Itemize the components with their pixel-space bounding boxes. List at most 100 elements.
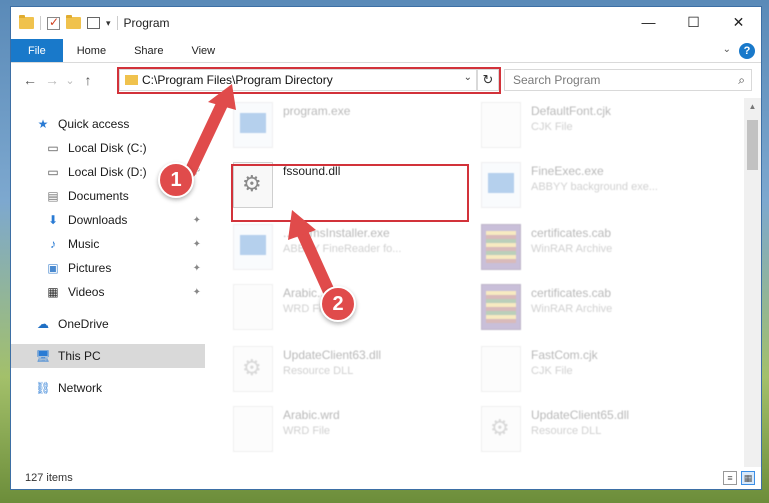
- file-name: UpdateClient63.dll: [283, 348, 382, 362]
- document-file-icon: [481, 346, 521, 392]
- sidebar-item-label: Downloads: [68, 213, 128, 227]
- drive-icon: ▭: [47, 141, 59, 155]
- tab-view[interactable]: View: [177, 39, 229, 62]
- pin-icon: ✦: [192, 286, 201, 298]
- expand-ribbon-chevron-icon[interactable]: ⌄: [723, 44, 731, 55]
- up-arrow-icon[interactable]: ↑: [77, 72, 99, 88]
- properties-check-icon[interactable]: [47, 15, 60, 30]
- sidebar-item-network[interactable]: ⛓ Network: [11, 376, 205, 400]
- back-arrow-icon[interactable]: ←: [19, 72, 41, 88]
- list-item[interactable]: UpdateClient65.dll Resource DLL: [481, 402, 721, 460]
- sidebar-item-label: Quick access: [58, 117, 130, 131]
- folder-icon: [19, 15, 34, 29]
- callout-badge-1: 1: [158, 162, 194, 198]
- content-area: ★ Quick access ▭ Local Disk (C:) ▭ Local…: [11, 98, 761, 467]
- recent-locations-chevron-icon[interactable]: ⌄: [63, 74, 77, 87]
- list-item[interactable]: FineExec.exe ABBYY background exe...: [481, 158, 721, 216]
- sidebar-item-label: Network: [58, 381, 103, 395]
- archive-file-icon: [481, 224, 521, 270]
- sidebar-item-label: OneDrive: [58, 317, 109, 331]
- explorer-window: ▾ Program — ☐ ✕ File Home Share View ⌄ ?…: [10, 6, 762, 490]
- file-highlight-box: [231, 164, 469, 222]
- file-type: WinRAR Archive: [531, 243, 613, 255]
- file-name: certificates.cab: [531, 286, 612, 300]
- scroll-up-arrow-icon[interactable]: ▲: [744, 98, 761, 114]
- callout-badge-2: 2: [320, 286, 356, 322]
- search-icon: ⌕: [738, 73, 745, 87]
- file-name: UpdateClient65.dll: [531, 408, 630, 422]
- pin-icon: ✦: [192, 214, 201, 226]
- file-list: program.exe DefaultFont.cjkCJK File fsso…: [205, 98, 761, 467]
- customize-icon[interactable]: [87, 17, 100, 29]
- tab-share[interactable]: Share: [120, 39, 177, 62]
- divider: [116, 16, 118, 30]
- sidebar-item-videos[interactable]: ▦ Videos ✦: [11, 280, 205, 304]
- tab-home[interactable]: Home: [63, 39, 120, 62]
- file-type: WinRAR Archive: [531, 303, 613, 315]
- sidebar-item-this-pc[interactable]: 🖥︎ This PC: [11, 344, 205, 368]
- file-name: DefaultFont.cjk: [531, 104, 612, 118]
- file-name: ...emmsInstaller.exe: [283, 226, 390, 240]
- sidebar-item-label: Local Disk (C:): [68, 141, 147, 155]
- minimize-button[interactable]: —: [626, 7, 671, 37]
- document-file-icon: [481, 102, 521, 148]
- list-item[interactable]: certificates.cab WinRAR Archive: [481, 280, 721, 338]
- computer-icon: 🖥︎: [35, 349, 51, 363]
- file-name: program.exe: [283, 104, 351, 118]
- list-item[interactable]: certificates.cab WinRAR Archive: [481, 220, 721, 278]
- title-bar: ▾ Program — ☐ ✕: [11, 7, 761, 39]
- videos-icon: ▦: [47, 285, 59, 299]
- scrollbar-thumb[interactable]: [747, 120, 758, 170]
- file-name: Arabic.wrd: [283, 408, 340, 422]
- sidebar-item-music[interactable]: ♪ Music ✦: [11, 232, 205, 256]
- navigation-pane: ★ Quick access ▭ Local Disk (C:) ▭ Local…: [11, 98, 205, 467]
- exe-file-icon: [233, 224, 273, 270]
- vertical-scrollbar[interactable]: ▲: [744, 98, 761, 467]
- sidebar-item-local-disk-c[interactable]: ▭ Local Disk (C:): [11, 136, 205, 160]
- new-folder-icon[interactable]: [66, 15, 81, 29]
- window-title: Program: [123, 16, 170, 30]
- document-file-icon: [233, 406, 273, 452]
- help-icon[interactable]: ?: [739, 43, 755, 59]
- star-icon: ★: [37, 117, 49, 131]
- file-type: WRD File: [283, 425, 331, 437]
- chevron-down-icon[interactable]: ▾: [106, 18, 111, 29]
- item-count: 127 items: [25, 472, 73, 484]
- tiles-view-icon[interactable]: ▦: [741, 471, 755, 485]
- tab-file[interactable]: File: [11, 39, 63, 62]
- search-input[interactable]: Search Program ⌕: [504, 69, 752, 91]
- view-switcher: ≡ ▦: [723, 471, 755, 485]
- list-item[interactable]: FastCom.cjk CJK File: [481, 342, 721, 400]
- sidebar-item-label: Videos: [68, 285, 105, 299]
- address-highlight-box: [117, 67, 501, 94]
- sidebar-item-label: Local Disk (D:): [68, 165, 147, 179]
- sidebar-item-downloads[interactable]: ⬇ Downloads ✦: [11, 208, 205, 232]
- documents-icon: ▤: [47, 189, 59, 203]
- search-placeholder: Search Program: [513, 73, 601, 87]
- sidebar-item-label: Documents: [68, 189, 129, 203]
- list-item[interactable]: DefaultFont.cjk CJK File: [481, 98, 721, 156]
- details-view-icon[interactable]: ≡: [723, 471, 737, 485]
- file-name: FastCom.cjk: [531, 348, 598, 362]
- list-item[interactable]: ...emmsInstaller.exe ABBYY FineReader fo.…: [233, 220, 473, 278]
- window-controls: — ☐ ✕: [626, 7, 761, 37]
- list-item[interactable]: UpdateClient63.dll Resource DLL: [233, 342, 473, 400]
- navigation-bar: ← → ⌄ ↑ C:\Program Files\Program Directo…: [11, 63, 761, 97]
- exe-file-icon: [233, 102, 273, 148]
- file-name: certificates.cab: [531, 226, 612, 240]
- sidebar-item-onedrive[interactable]: ☁ OneDrive: [11, 312, 205, 336]
- quick-access-toolbar: ▾: [11, 15, 118, 30]
- list-item[interactable]: program.exe: [233, 98, 473, 156]
- music-icon: ♪: [50, 237, 56, 251]
- file-type: CJK File: [531, 365, 573, 377]
- close-button[interactable]: ✕: [716, 7, 761, 37]
- forward-arrow-icon[interactable]: →: [41, 72, 63, 88]
- divider: [40, 16, 41, 30]
- sidebar-item-quick-access[interactable]: ★ Quick access: [11, 112, 205, 136]
- sidebar-item-pictures[interactable]: ▣ Pictures ✦: [11, 256, 205, 280]
- file-name: FineExec.exe: [531, 164, 604, 178]
- download-icon: ⬇: [47, 213, 59, 227]
- list-item[interactable]: Arabic.wrd WRD File: [233, 402, 473, 460]
- maximize-button[interactable]: ☐: [671, 7, 716, 37]
